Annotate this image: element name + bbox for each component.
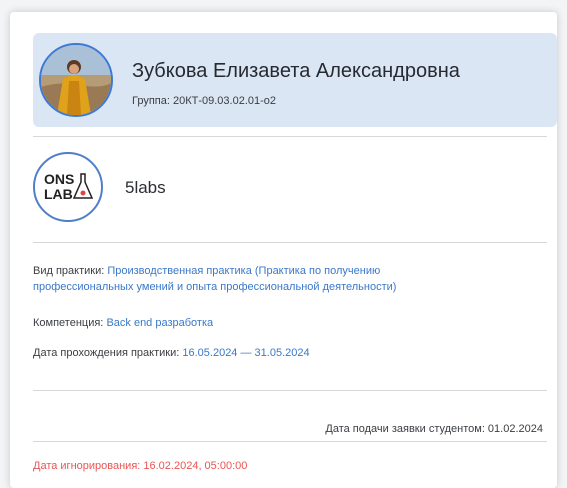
company-name[interactable]: 5labs <box>125 178 166 198</box>
application-card: Зубкова Елизавета Александровна Группа: … <box>10 12 557 488</box>
competence: Компетенция: Back end разработка <box>33 315 213 331</box>
divider <box>33 242 547 243</box>
practice-type-value-cont: профессиональных умений и опыта професси… <box>33 281 397 293</box>
practice-type-value: Производственная практика (Практика по п… <box>107 265 381 277</box>
student-avatar <box>39 43 113 117</box>
practice-type-label: Вид практики: <box>33 265 105 277</box>
submit-date: Дата подачи заявки студентом: 01.02.2024 <box>325 423 543 435</box>
student-header: Зубкова Елизавета Александровна Группа: … <box>33 33 557 127</box>
student-name: Зубкова Елизавета Александровна <box>132 60 460 82</box>
divider <box>33 136 547 137</box>
company-logo-icon: ONS LAB <box>44 171 94 202</box>
divider <box>33 390 547 391</box>
practice-type: Вид практики: Производственная практика … <box>33 263 396 295</box>
logo-text-bottom: LAB <box>44 186 73 202</box>
practice-dates: Дата прохождения практики: 16.05.2024 — … <box>33 345 310 361</box>
practice-dates-label: Дата прохождения практики: <box>33 347 180 359</box>
competence-value: Back end разработка <box>106 317 214 329</box>
logo-text-top: ONS <box>44 171 74 187</box>
competence-label: Компетенция: <box>33 317 104 329</box>
student-group: Группа: 20КТ-09.03.02.01-о2 <box>132 95 277 107</box>
company-logo[interactable]: ONS LAB <box>33 152 103 222</box>
ignore-date: Дата игнорирования: 16.02.2024, 05:00:00 <box>33 460 248 472</box>
divider <box>33 441 547 442</box>
avatar-image <box>41 45 111 115</box>
practice-dates-value: 16.05.2024 — 31.05.2024 <box>182 347 310 359</box>
